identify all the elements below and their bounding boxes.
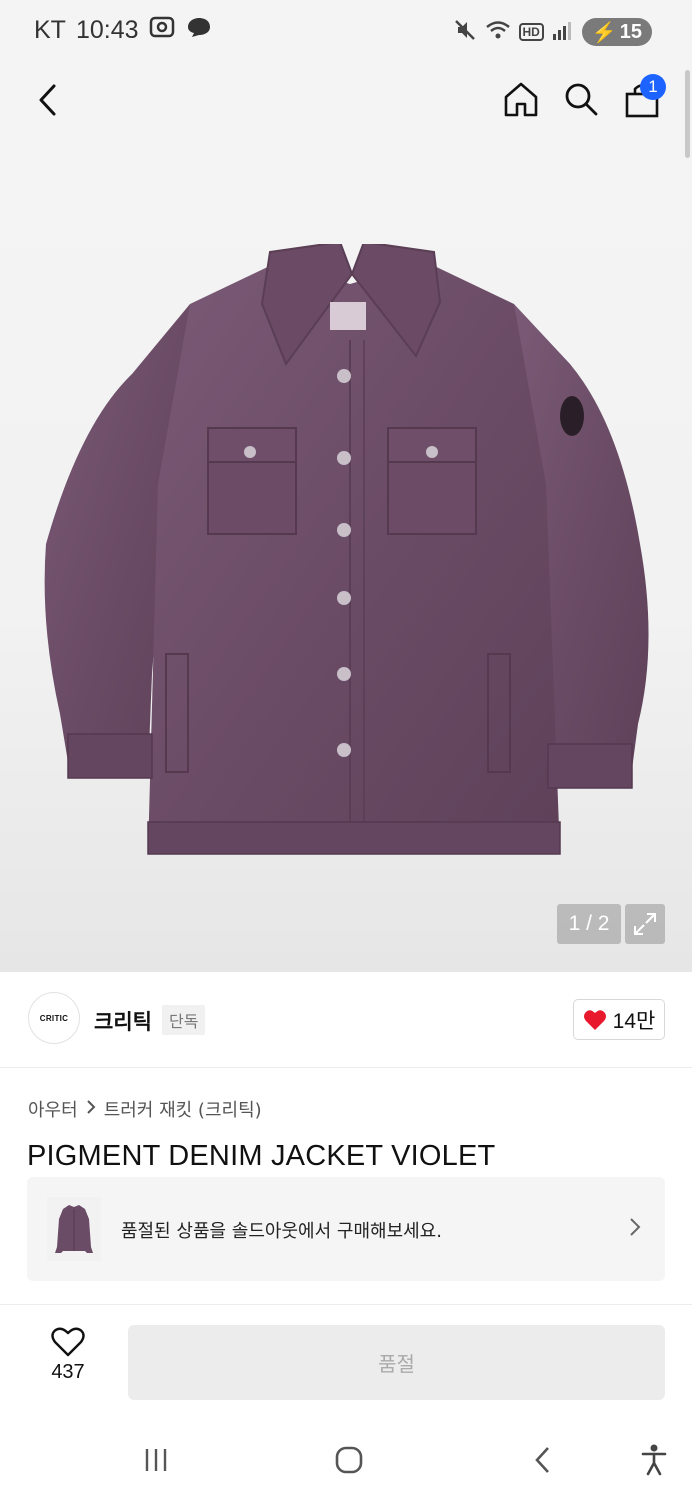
home-button[interactable] bbox=[500, 78, 542, 120]
chat-icon bbox=[185, 16, 213, 45]
exclusive-tag: 단독 bbox=[162, 1005, 206, 1035]
cart-count-badge: 1 bbox=[640, 74, 666, 100]
battery-indicator: ⚡ 15 bbox=[581, 18, 652, 46]
scrollbar-thumb[interactable] bbox=[685, 70, 690, 158]
chevron-right-icon bbox=[629, 1217, 641, 1241]
product-thumbnail bbox=[47, 1197, 101, 1261]
heart-outline-icon bbox=[51, 1327, 85, 1357]
back-button[interactable] bbox=[28, 80, 68, 120]
recent-apps-icon bbox=[145, 1449, 167, 1471]
mute-icon bbox=[453, 18, 477, 46]
brand-like-button[interactable]: 14만 bbox=[573, 999, 665, 1040]
back-nav-button[interactable] bbox=[521, 1438, 565, 1482]
signal-icon bbox=[552, 20, 574, 44]
soldout-message: 품절된 상품을 솔드아웃에서 구매해보세요. bbox=[121, 1221, 442, 1242]
bottom-action-bar: 437 품절 bbox=[0, 1304, 692, 1420]
product-like-button[interactable]: 437 bbox=[40, 1327, 96, 1397]
system-nav-bar bbox=[0, 1420, 692, 1500]
breadcrumb-subcategory[interactable]: 트러커 재킷 (크리틱) bbox=[104, 1096, 262, 1122]
product-photo[interactable] bbox=[40, 244, 664, 866]
search-button[interactable] bbox=[560, 78, 602, 120]
accessibility-button[interactable] bbox=[632, 1438, 676, 1482]
breadcrumb-category[interactable]: 아우터 bbox=[28, 1096, 78, 1122]
product-title: PIGMENT DENIM JACKET VIOLET bbox=[27, 1140, 496, 1172]
recent-apps-button[interactable] bbox=[134, 1438, 178, 1482]
soldout-banner[interactable]: 품절된 상품을 솔드아웃에서 구매해보세요. bbox=[27, 1177, 665, 1281]
chevron-right-icon bbox=[86, 1099, 96, 1120]
expand-image-button[interactable] bbox=[625, 904, 665, 944]
brand-name[interactable]: 크리틱 bbox=[94, 1006, 152, 1036]
wifi-icon bbox=[485, 19, 511, 45]
product-gallery[interactable]: 1 1 / 2 bbox=[0, 64, 692, 972]
expand-icon bbox=[634, 913, 656, 935]
home-nav-button[interactable] bbox=[327, 1438, 371, 1482]
image-counter: 1 / 2 bbox=[557, 904, 621, 944]
hd-badge-icon: HD bbox=[518, 23, 544, 41]
status-right: HD ⚡ 15 bbox=[453, 18, 652, 46]
charging-icon: ⚡ bbox=[591, 21, 617, 44]
breadcrumb: 아우터 트러커 재킷 (크리틱) bbox=[28, 1096, 262, 1122]
brand-like-count: 14만 bbox=[612, 1009, 656, 1033]
back-arrow-icon bbox=[39, 84, 56, 116]
clock: 10:43 bbox=[75, 16, 139, 44]
status-bar: KT 10:43 HD ⚡ 15 bbox=[0, 0, 692, 64]
home-icon bbox=[504, 82, 538, 117]
home-circle-icon bbox=[335, 1446, 363, 1474]
brand-row: CRITIC 크리틱 단독 14만 bbox=[0, 972, 692, 1068]
carrier-label: KT bbox=[34, 16, 66, 44]
heart-filled-icon bbox=[583, 1009, 606, 1030]
search-icon bbox=[565, 83, 598, 116]
back-nav-icon bbox=[535, 1447, 549, 1473]
status-left: KT 10:43 bbox=[34, 16, 213, 45]
accessibility-icon bbox=[641, 1444, 667, 1476]
soldout-buy-button[interactable]: 품절 bbox=[128, 1325, 665, 1400]
battery-level: 15 bbox=[619, 20, 642, 43]
brand-logo[interactable]: CRITIC bbox=[28, 992, 80, 1044]
product-like-count: 437 bbox=[51, 1361, 85, 1383]
screenshot-icon bbox=[149, 16, 175, 45]
